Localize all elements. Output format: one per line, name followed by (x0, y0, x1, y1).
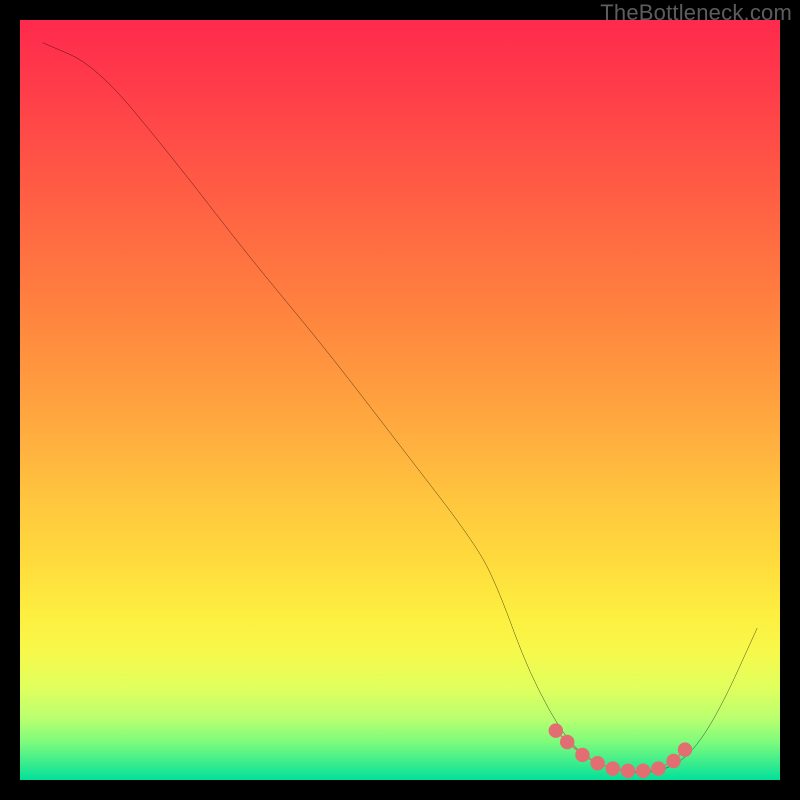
watermark-text: TheBottleneck.com (600, 0, 792, 26)
optimal-marker-dot (651, 761, 665, 775)
chart-svg (20, 20, 780, 780)
optimal-marker-dot (636, 764, 650, 778)
optimal-marker-dot (621, 764, 635, 778)
optimal-segment-markers (549, 723, 693, 778)
optimal-marker-dot (666, 754, 680, 768)
optimal-marker-dot (560, 735, 574, 749)
optimal-marker-dot (575, 748, 589, 762)
plot-area (20, 20, 780, 780)
optimal-marker-dot (606, 761, 620, 775)
bottleneck-curve-line (43, 43, 757, 773)
optimal-marker-dot (549, 723, 563, 737)
optimal-segment-line (556, 731, 685, 771)
bottleneck-curve-path (43, 43, 757, 773)
optimal-marker-dot (678, 742, 692, 756)
chart-stage: TheBottleneck.com (0, 0, 800, 800)
optimal-marker-dot (590, 756, 604, 770)
